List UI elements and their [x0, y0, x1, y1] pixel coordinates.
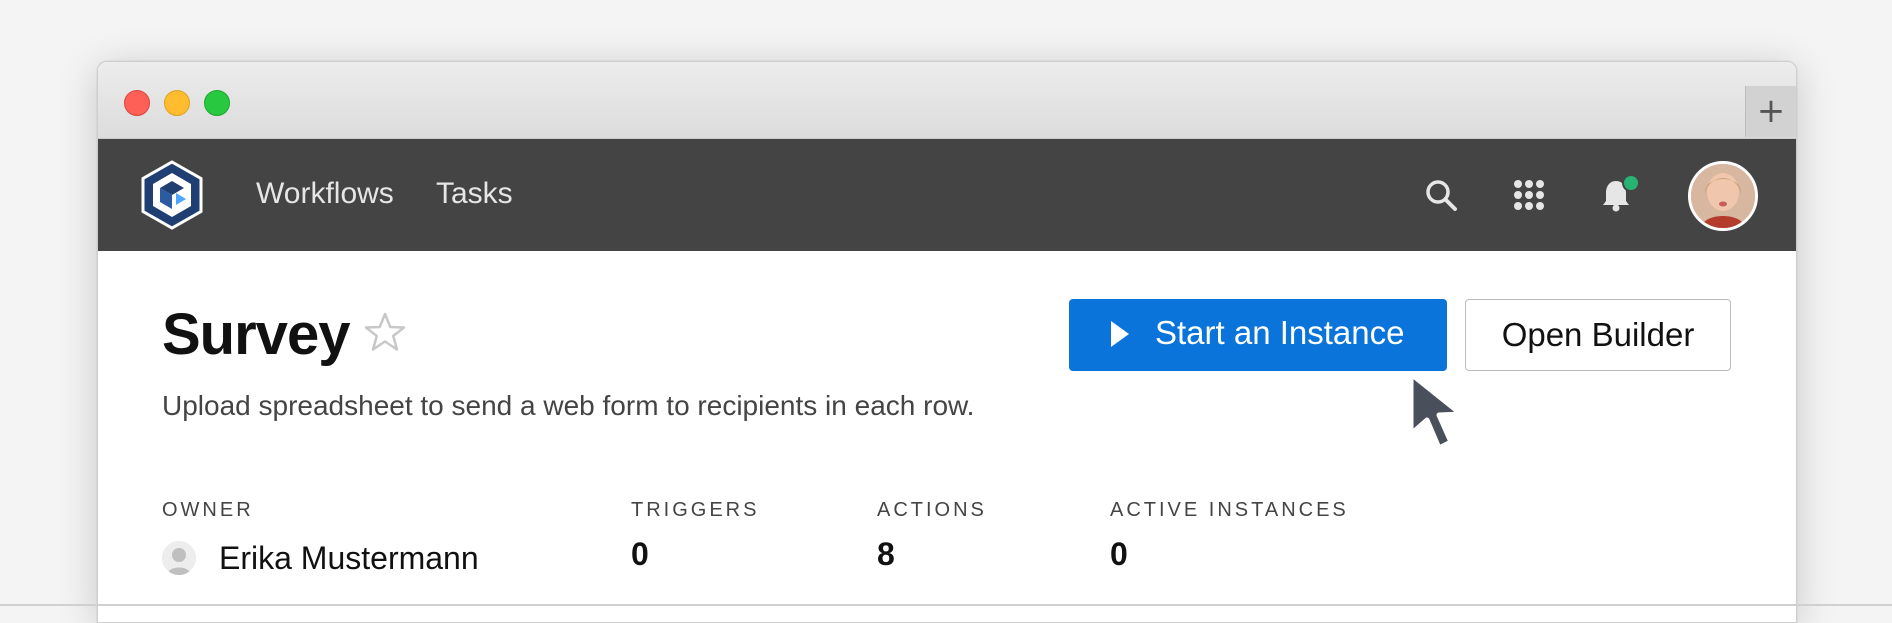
triggers-label: TRIGGERS	[631, 499, 760, 521]
apps-grid-icon[interactable]	[1511, 177, 1547, 213]
top-navigation-bar: Workflows Tasks	[98, 139, 1796, 251]
start-instance-label: Start an Instance	[1155, 314, 1405, 351]
active-instances-label: ACTIVE INSTANCES	[1110, 499, 1349, 521]
actions-label: ACTIONS	[877, 499, 987, 521]
triggers-value: 0	[631, 536, 649, 572]
workflow-description: Upload spreadsheet to send a web form to…	[162, 390, 975, 421]
mouse-cursor-icon	[1408, 371, 1464, 451]
workflow-detail-panel: Survey Upload spreadsheet to send a web …	[98, 251, 1796, 622]
favorite-star-icon[interactable]	[363, 311, 407, 355]
play-icon	[1111, 321, 1129, 347]
title-bar: +	[98, 62, 1796, 139]
user-photo	[1691, 164, 1755, 228]
page-title: Survey	[162, 302, 350, 367]
owner-label: OWNER	[162, 499, 254, 521]
notification-badge	[1622, 174, 1640, 192]
maximize-window-button[interactable]	[204, 90, 230, 116]
active-instances-value: 0	[1110, 536, 1128, 572]
user-avatar[interactable]	[1688, 161, 1758, 231]
browser-window: + Workflows Tasks Survey Upload spreadsh…	[97, 61, 1797, 623]
owner-photo	[162, 541, 196, 575]
nav-link-tasks[interactable]: Tasks	[436, 177, 513, 211]
nav-link-workflows[interactable]: Workflows	[256, 177, 394, 211]
owner-name[interactable]: Erika Mustermann	[219, 540, 479, 577]
app-logo-icon[interactable]	[136, 159, 208, 231]
start-instance-button[interactable]: Start an Instance	[1069, 299, 1447, 371]
new-tab-button[interactable]: +	[1745, 86, 1796, 137]
close-window-button[interactable]	[124, 90, 150, 116]
owner-avatar	[162, 541, 196, 575]
actions-value: 8	[877, 536, 895, 572]
search-icon[interactable]	[1423, 177, 1459, 213]
minimize-window-button[interactable]	[164, 90, 190, 116]
open-builder-button[interactable]: Open Builder	[1465, 299, 1731, 371]
